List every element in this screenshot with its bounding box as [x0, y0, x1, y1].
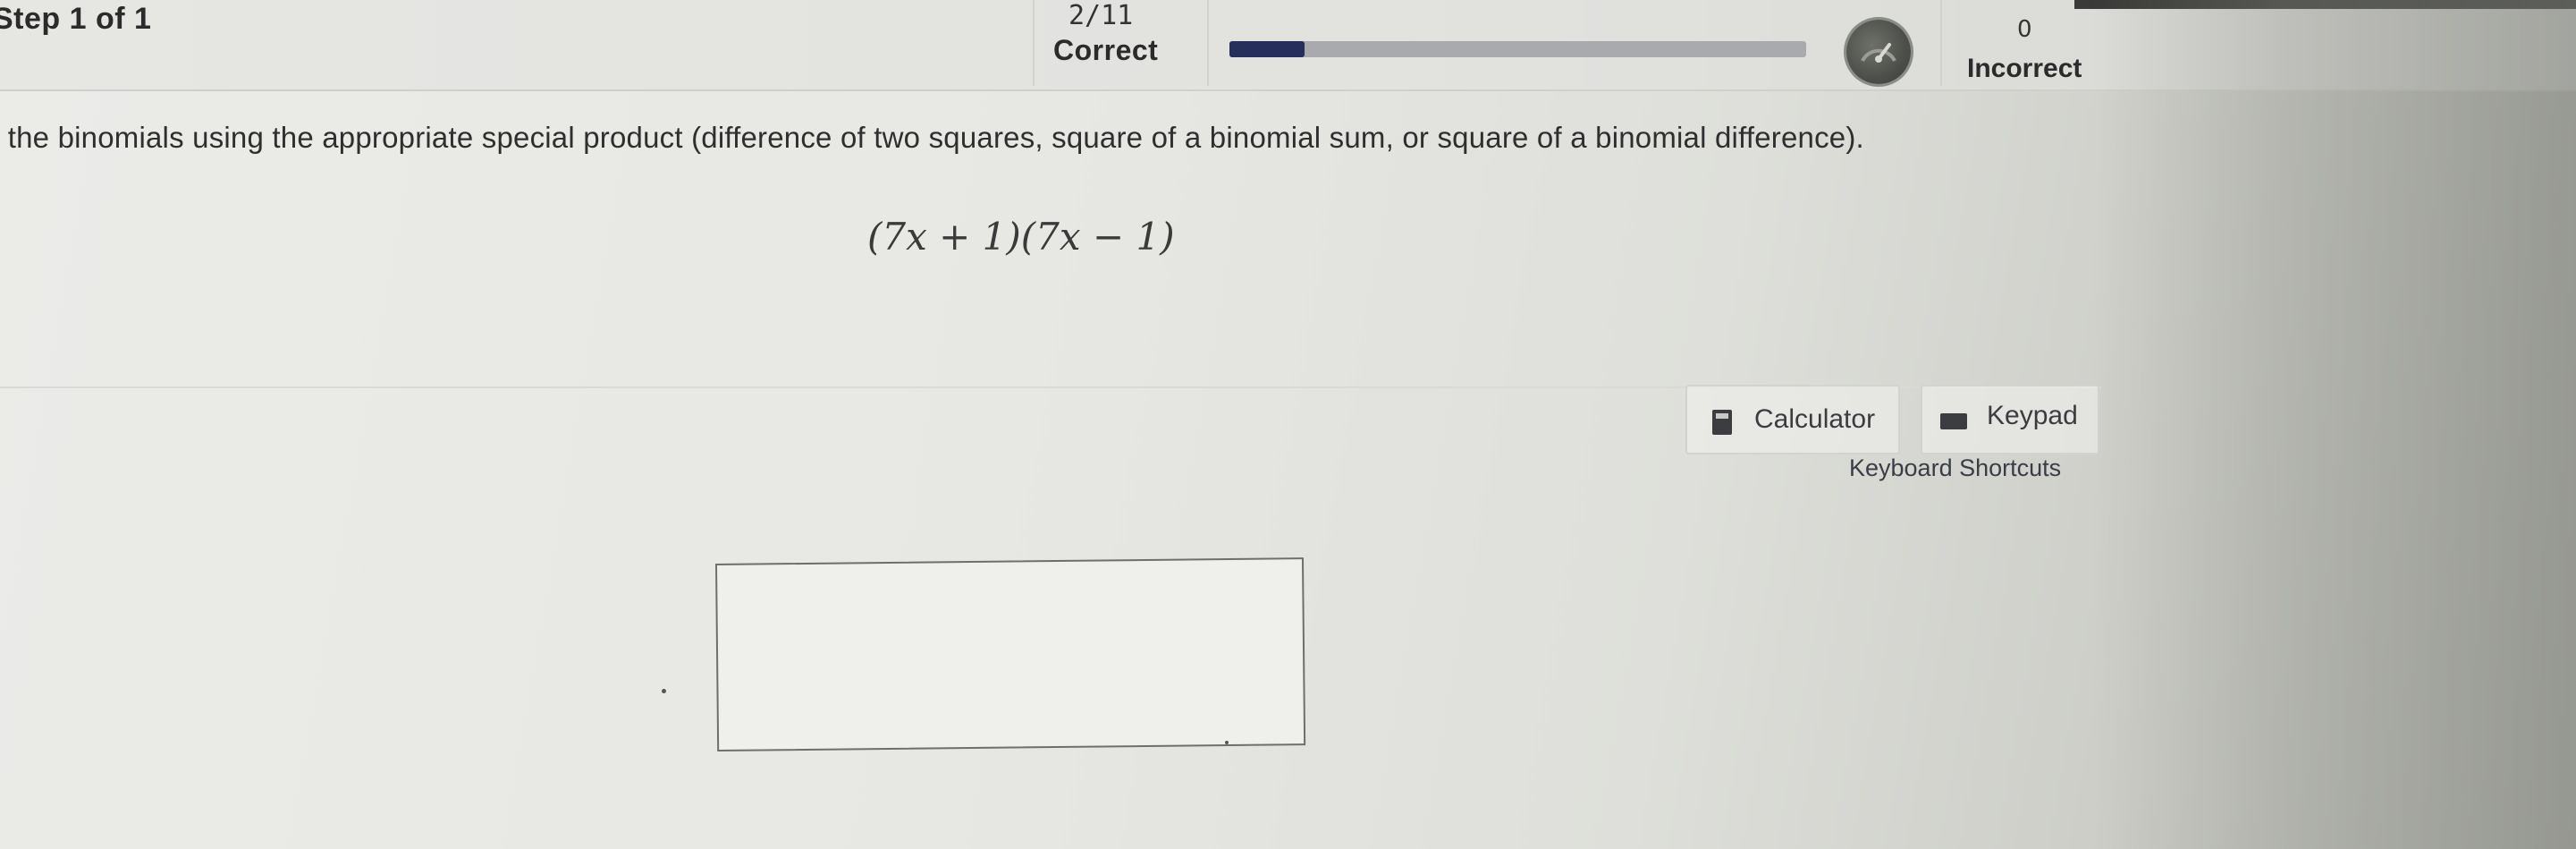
gauge-icon [1846, 20, 1911, 84]
incorrect-count: 0 [2017, 16, 2032, 43]
progress-bar-fill [1229, 41, 1305, 57]
correct-label: Correct [1053, 34, 1159, 66]
cursor-dot [662, 689, 666, 693]
calculator-button[interactable]: Calculator [1685, 385, 1900, 454]
correct-count: 2/11 [1068, 0, 1134, 31]
keypad-button[interactable]: Keypad [1921, 385, 2099, 454]
header-divider [1033, 0, 1035, 86]
calculator-icon [1712, 410, 1732, 435]
keypad-icon [1940, 413, 1967, 429]
progress-bar [1229, 41, 1806, 57]
screen-glare [2092, 0, 2576, 849]
screen: Step 1 of 1 2/11 Correct 0 Incorrect f t… [0, 0, 2576, 849]
keypad-label: Keypad [1987, 401, 2078, 430]
header-divider [1207, 0, 1209, 86]
keyboard-shortcuts-link[interactable]: Keyboard Shortcuts [1849, 454, 2061, 482]
incorrect-label: Incorrect [1967, 54, 2082, 83]
header-bar: Step 1 of 1 2/11 Correct 0 Incorrect [0, 0, 2576, 91]
header-divider [1940, 0, 1942, 86]
window-edge [2074, 0, 2576, 9]
answer-input[interactable] [715, 557, 1306, 751]
step-indicator: Step 1 of 1 [0, 2, 152, 36]
math-expression: (7x + 1)(7x − 1) [867, 215, 1175, 259]
screen-speck [1225, 741, 1229, 744]
question-instructions: f the binomials using the appropriate sp… [0, 121, 1864, 154]
calculator-label: Calculator [1754, 404, 1876, 434]
